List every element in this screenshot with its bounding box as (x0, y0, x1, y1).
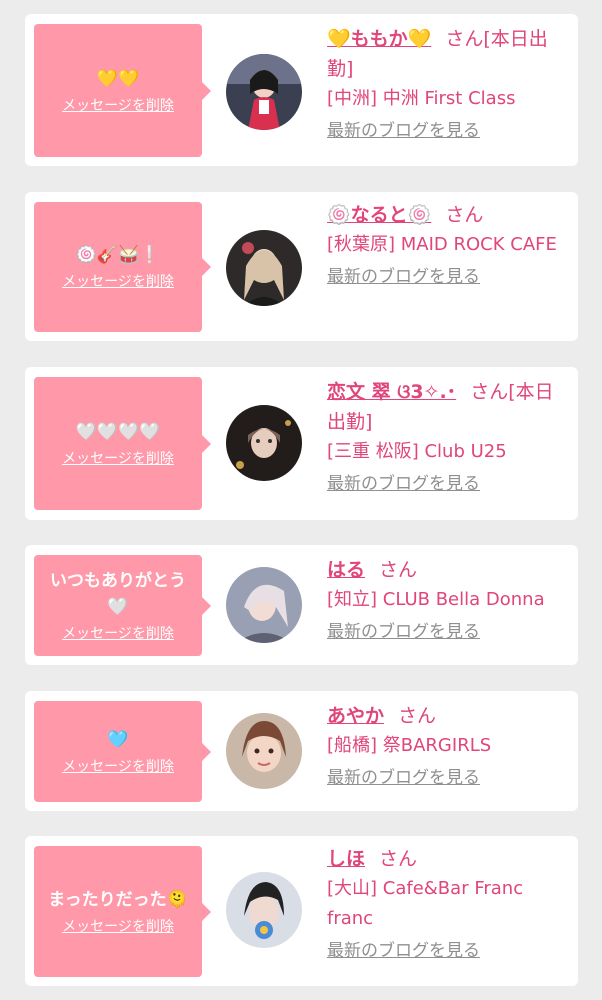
avatar-photo-icon (226, 54, 302, 130)
cast-name-link[interactable]: あやか (327, 705, 384, 727)
list-item: 💛💛 メッセージを削除 💛ももか💛 さん[本日出勤] [中洲] 中洲 First … (25, 14, 578, 166)
cast-name-link[interactable]: はる (327, 559, 365, 581)
delete-message-link[interactable]: メッセージを削除 (62, 96, 174, 116)
shop-name: [知立] CLUB Bella Donna (327, 589, 545, 610)
message-text: 🍥🎸🥁❕ (75, 245, 161, 265)
cast-info: あやか さん [船橋] 祭BARGIRLS 最新のブログを見る (327, 701, 570, 791)
message-bubble: 💛💛 メッセージを削除 (34, 24, 211, 157)
avatar-photo-icon (226, 230, 302, 306)
shop-name: [中洲] 中洲 First Class (327, 88, 516, 109)
honorific-label: さん (379, 559, 418, 581)
latest-blog-link[interactable]: 最新のブログを見る (327, 471, 480, 497)
message-text: いつもありがとう 🤍 (50, 570, 186, 617)
honorific-label: さん (379, 848, 418, 870)
delete-message-link[interactable]: メッセージを削除 (62, 917, 174, 937)
cast-info: 💛ももか💛 さん[本日出勤] [中洲] 中洲 First Class 最新のブログ… (327, 24, 570, 144)
list-item: 🍥🎸🥁❕ メッセージを削除 🍥なると🍥 さん [秋葉原] MAID ROCK CA… (25, 192, 578, 341)
message-text: まったりだった🫠 (48, 889, 188, 910)
latest-blog-link[interactable]: 最新のブログを見る (327, 765, 480, 791)
cast-info: 恋文 翠 ଓ3✧.･ さん[本日出勤] [三重 松阪] Club U25 最新のブ… (327, 377, 570, 497)
avatar[interactable] (226, 230, 302, 306)
honorific-label: さん (398, 705, 437, 727)
message-bubble: まったりだった🫠 メッセージを削除 (34, 846, 211, 977)
latest-blog-link[interactable]: 最新のブログを見る (327, 264, 480, 290)
delete-message-link[interactable]: メッセージを削除 (62, 624, 174, 644)
list-item: 🤍🤍🤍🤍 メッセージを削除 恋文 翠 ଓ3✧.･ さん[本日出勤] [三重 松阪]… (25, 367, 578, 520)
cast-name-link[interactable]: 💛ももか💛 (327, 28, 431, 50)
message-bubble: 🩵 メッセージを削除 (34, 701, 211, 802)
honorific-label: さん (445, 28, 484, 50)
cast-info: しほ さん [大山] Cafe&Bar Franc franc 最新のブログを見る (327, 844, 570, 964)
avatar[interactable] (226, 54, 302, 130)
shop-name: [船橋] 祭BARGIRLS (327, 735, 492, 756)
delete-message-link[interactable]: メッセージを削除 (62, 757, 174, 777)
honorific-label: さん (470, 381, 509, 403)
shop-name: [秋葉原] MAID ROCK CAFE (327, 234, 557, 255)
shop-name: [大山] Cafe&Bar Franc franc (327, 878, 524, 929)
avatar[interactable] (226, 872, 302, 948)
avatar[interactable] (226, 713, 302, 789)
latest-blog-link[interactable]: 最新のブログを見る (327, 118, 480, 144)
avatar[interactable] (226, 567, 302, 643)
avatar-photo-icon (226, 405, 302, 481)
cast-name-link[interactable]: 恋文 翠 ଓ3✧.･ (327, 381, 456, 403)
message-text: 💛💛 (96, 68, 140, 89)
avatar[interactable] (226, 405, 302, 481)
cast-name-link[interactable]: しほ (327, 848, 365, 870)
delete-message-link[interactable]: メッセージを削除 (62, 449, 174, 469)
list-item: いつもありがとう 🤍 メッセージを削除 はる さん [知立] CLUB Bella… (25, 545, 578, 665)
message-bubble: 🤍🤍🤍🤍 メッセージを削除 (34, 377, 211, 510)
shop-name: [三重 松阪] Club U25 (327, 441, 507, 462)
message-text: 🤍🤍🤍🤍 (75, 421, 161, 442)
message-text: 🩵 (107, 729, 129, 750)
cast-info: はる さん [知立] CLUB Bella Donna 最新のブログを見る (327, 555, 570, 645)
cast-info: 🍥なると🍥 さん [秋葉原] MAID ROCK CAFE 最新のブログを見る (327, 200, 570, 290)
cast-name-link[interactable]: 🍥なると🍥 (327, 204, 431, 226)
avatar-photo-icon (226, 567, 302, 643)
avatar-photo-icon (226, 872, 302, 948)
avatar-photo-icon (226, 713, 302, 789)
list-item: まったりだった🫠 メッセージを削除 しほ さん [大山] Cafe&Bar Fra… (25, 836, 578, 986)
list-item: 🩵 メッセージを削除 あやか さん [船橋] 祭BARGIRLS 最新のブログを見… (25, 691, 578, 811)
message-bubble: 🍥🎸🥁❕ メッセージを削除 (34, 202, 211, 332)
latest-blog-link[interactable]: 最新のブログを見る (327, 619, 480, 645)
delete-message-link[interactable]: メッセージを削除 (62, 272, 174, 292)
latest-blog-link[interactable]: 最新のブログを見る (327, 938, 480, 964)
message-bubble: いつもありがとう 🤍 メッセージを削除 (34, 555, 211, 656)
honorific-label: さん (445, 204, 484, 226)
